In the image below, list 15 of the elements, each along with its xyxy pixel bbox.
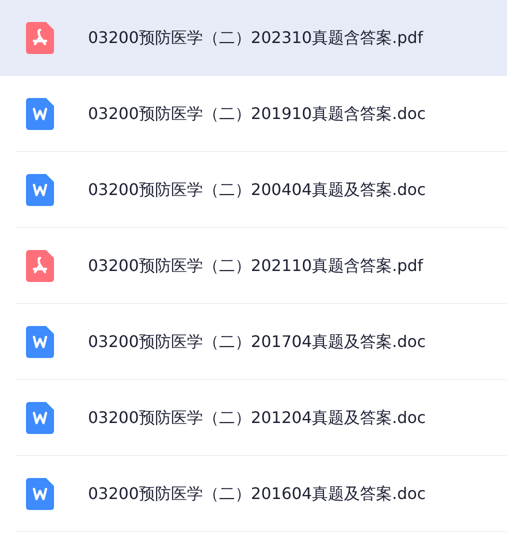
pdf-file-icon [26, 250, 54, 282]
file-name: 03200预防医学（二）201910真题含答案.doc [88, 104, 426, 124]
file-name: 03200预防医学（二）201704真题及答案.doc [88, 332, 426, 352]
file-name: 03200预防医学（二）201204真题及答案.doc [88, 408, 426, 428]
pdf-file-icon [26, 22, 54, 54]
file-name: 03200预防医学（二）200404真题及答案.doc [88, 180, 426, 200]
file-name: 03200预防医学（二）202310真题含答案.pdf [88, 28, 424, 48]
file-row[interactable]: 03200预防医学（二）202310真题含答案.pdf [0, 0, 507, 76]
file-name: 03200预防医学（二）202110真题含答案.pdf [88, 256, 424, 276]
file-name: 03200预防医学（二）201604真题及答案.doc [88, 484, 426, 504]
word-file-icon [26, 326, 54, 358]
word-file-icon [26, 478, 54, 510]
word-file-icon [26, 174, 54, 206]
word-file-icon [26, 402, 54, 434]
word-file-icon [26, 98, 54, 130]
